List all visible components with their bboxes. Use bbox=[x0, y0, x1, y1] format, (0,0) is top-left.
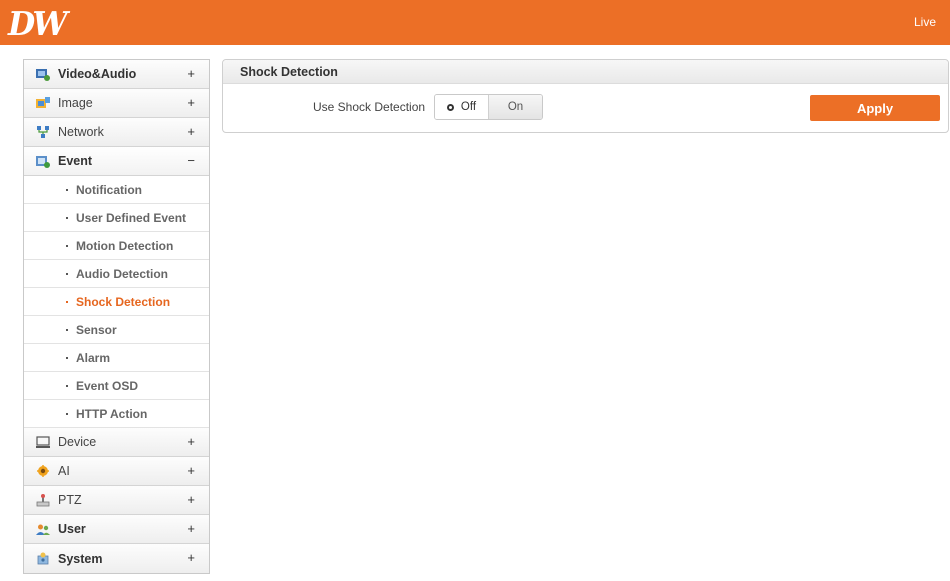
radio-selected-icon bbox=[446, 103, 454, 111]
sidebar-subitem-motion-detection[interactable]: Motion Detection bbox=[24, 232, 209, 260]
sidebar-subitem-label: User Defined Event bbox=[76, 210, 187, 225]
bullet-icon bbox=[66, 300, 68, 303]
video-audio-icon bbox=[36, 68, 50, 81]
sidebar-item-label: Device bbox=[58, 435, 97, 449]
bullet-icon bbox=[66, 328, 68, 331]
sidebar-item-label: Event bbox=[58, 154, 93, 168]
sidebar-subitem-label: Alarm bbox=[76, 350, 111, 365]
sidebar-subitem-alarm[interactable]: Alarm bbox=[24, 344, 209, 372]
sidebar-item-video-audio[interactable]: Video&Audio + bbox=[24, 60, 209, 89]
sidebar-item-event[interactable]: Event − bbox=[24, 147, 209, 176]
sidebar-subitem-audio-detection[interactable]: Audio Detection bbox=[24, 260, 209, 288]
network-icon bbox=[36, 125, 50, 139]
sidebar-item-label: User bbox=[58, 522, 86, 536]
toggle-on-option[interactable]: On bbox=[489, 95, 542, 119]
sidebar-subitem-label: Sensor bbox=[76, 322, 117, 337]
bullet-icon bbox=[66, 384, 68, 387]
sidebar-subitem-user-defined-event[interactable]: User Defined Event bbox=[24, 204, 209, 232]
sidebar-subitem-label: Shock Detection bbox=[76, 294, 171, 309]
sidebar-item-label: AI bbox=[58, 464, 70, 478]
sidebar-item-label: PTZ bbox=[58, 493, 82, 507]
sidebar-item-label: Video&Audio bbox=[58, 67, 137, 81]
use-shock-detection-label: Use Shock Detection bbox=[313, 100, 426, 114]
page-title: Shock Detection bbox=[240, 64, 338, 79]
user-icon bbox=[36, 523, 50, 536]
expand-icon[interactable]: + bbox=[187, 492, 195, 507]
sidebar-subitem-label: Audio Detection bbox=[76, 266, 168, 281]
sidebar-item-label: Network bbox=[58, 125, 104, 139]
sidebar-subitem-label: HTTP Action bbox=[76, 406, 148, 421]
sidebar-item-ptz[interactable]: PTZ + bbox=[24, 486, 209, 515]
sidebar-menu: Video&Audio + Image + Network + Event − … bbox=[23, 59, 210, 574]
expand-icon[interactable]: + bbox=[187, 95, 195, 110]
shock-detection-panel: Shock Detection Use Shock Detection Off … bbox=[222, 59, 949, 133]
shock-detection-toggle[interactable]: Off On bbox=[434, 94, 543, 120]
sidebar-subitem-event-osd[interactable]: Event OSD bbox=[24, 372, 209, 400]
collapse-icon[interactable]: − bbox=[187, 153, 195, 168]
event-icon bbox=[36, 155, 50, 168]
toggle-off-option[interactable]: Off bbox=[435, 95, 489, 119]
expand-icon[interactable]: + bbox=[187, 66, 195, 81]
sidebar-subitem-shock-detection[interactable]: Shock Detection bbox=[24, 288, 209, 316]
bullet-icon bbox=[66, 244, 68, 247]
panel-header: Shock Detection bbox=[223, 60, 948, 84]
toggle-off-label: Off bbox=[460, 101, 477, 113]
dw-logo[interactable]: DW bbox=[8, 6, 68, 42]
sidebar-item-image[interactable]: Image + bbox=[24, 89, 209, 118]
sidebar-item-ai[interactable]: AI + bbox=[24, 457, 209, 486]
expand-icon[interactable]: + bbox=[187, 521, 195, 536]
device-icon bbox=[36, 435, 50, 449]
bullet-icon bbox=[66, 356, 68, 359]
bullet-icon bbox=[66, 412, 68, 415]
sidebar-subitem-label: Motion Detection bbox=[76, 238, 174, 253]
sidebar-item-device[interactable]: Device + bbox=[24, 428, 209, 457]
sidebar-subitem-label: Event OSD bbox=[76, 378, 139, 393]
expand-icon[interactable]: + bbox=[187, 434, 195, 449]
toggle-on-label: On bbox=[507, 101, 524, 113]
sidebar-subitem-notification[interactable]: Notification bbox=[24, 176, 209, 204]
image-icon bbox=[36, 96, 50, 110]
top-bar: DW Live bbox=[0, 0, 950, 45]
bullet-icon bbox=[66, 188, 68, 191]
sidebar-subitem-sensor[interactable]: Sensor bbox=[24, 316, 209, 344]
system-icon bbox=[36, 552, 50, 565]
live-link[interactable]: Live bbox=[914, 15, 936, 29]
sidebar-item-user[interactable]: User + bbox=[24, 515, 209, 544]
bullet-icon bbox=[66, 216, 68, 219]
apply-button[interactable]: Apply bbox=[810, 95, 940, 121]
sidebar-item-label: System bbox=[58, 551, 103, 566]
sidebar-item-label: Image bbox=[58, 96, 93, 110]
sidebar-item-system[interactable]: System + bbox=[24, 544, 209, 573]
sidebar-subitem-http-action[interactable]: HTTP Action bbox=[24, 400, 209, 428]
expand-icon[interactable]: + bbox=[187, 124, 195, 139]
bullet-icon bbox=[66, 272, 68, 275]
sidebar-subitem-label: Notification bbox=[76, 182, 142, 197]
expand-icon[interactable]: + bbox=[187, 550, 195, 565]
sidebar-item-network[interactable]: Network + bbox=[24, 118, 209, 147]
ptz-icon bbox=[36, 493, 50, 507]
ai-icon bbox=[36, 464, 50, 478]
expand-icon[interactable]: + bbox=[187, 463, 195, 478]
